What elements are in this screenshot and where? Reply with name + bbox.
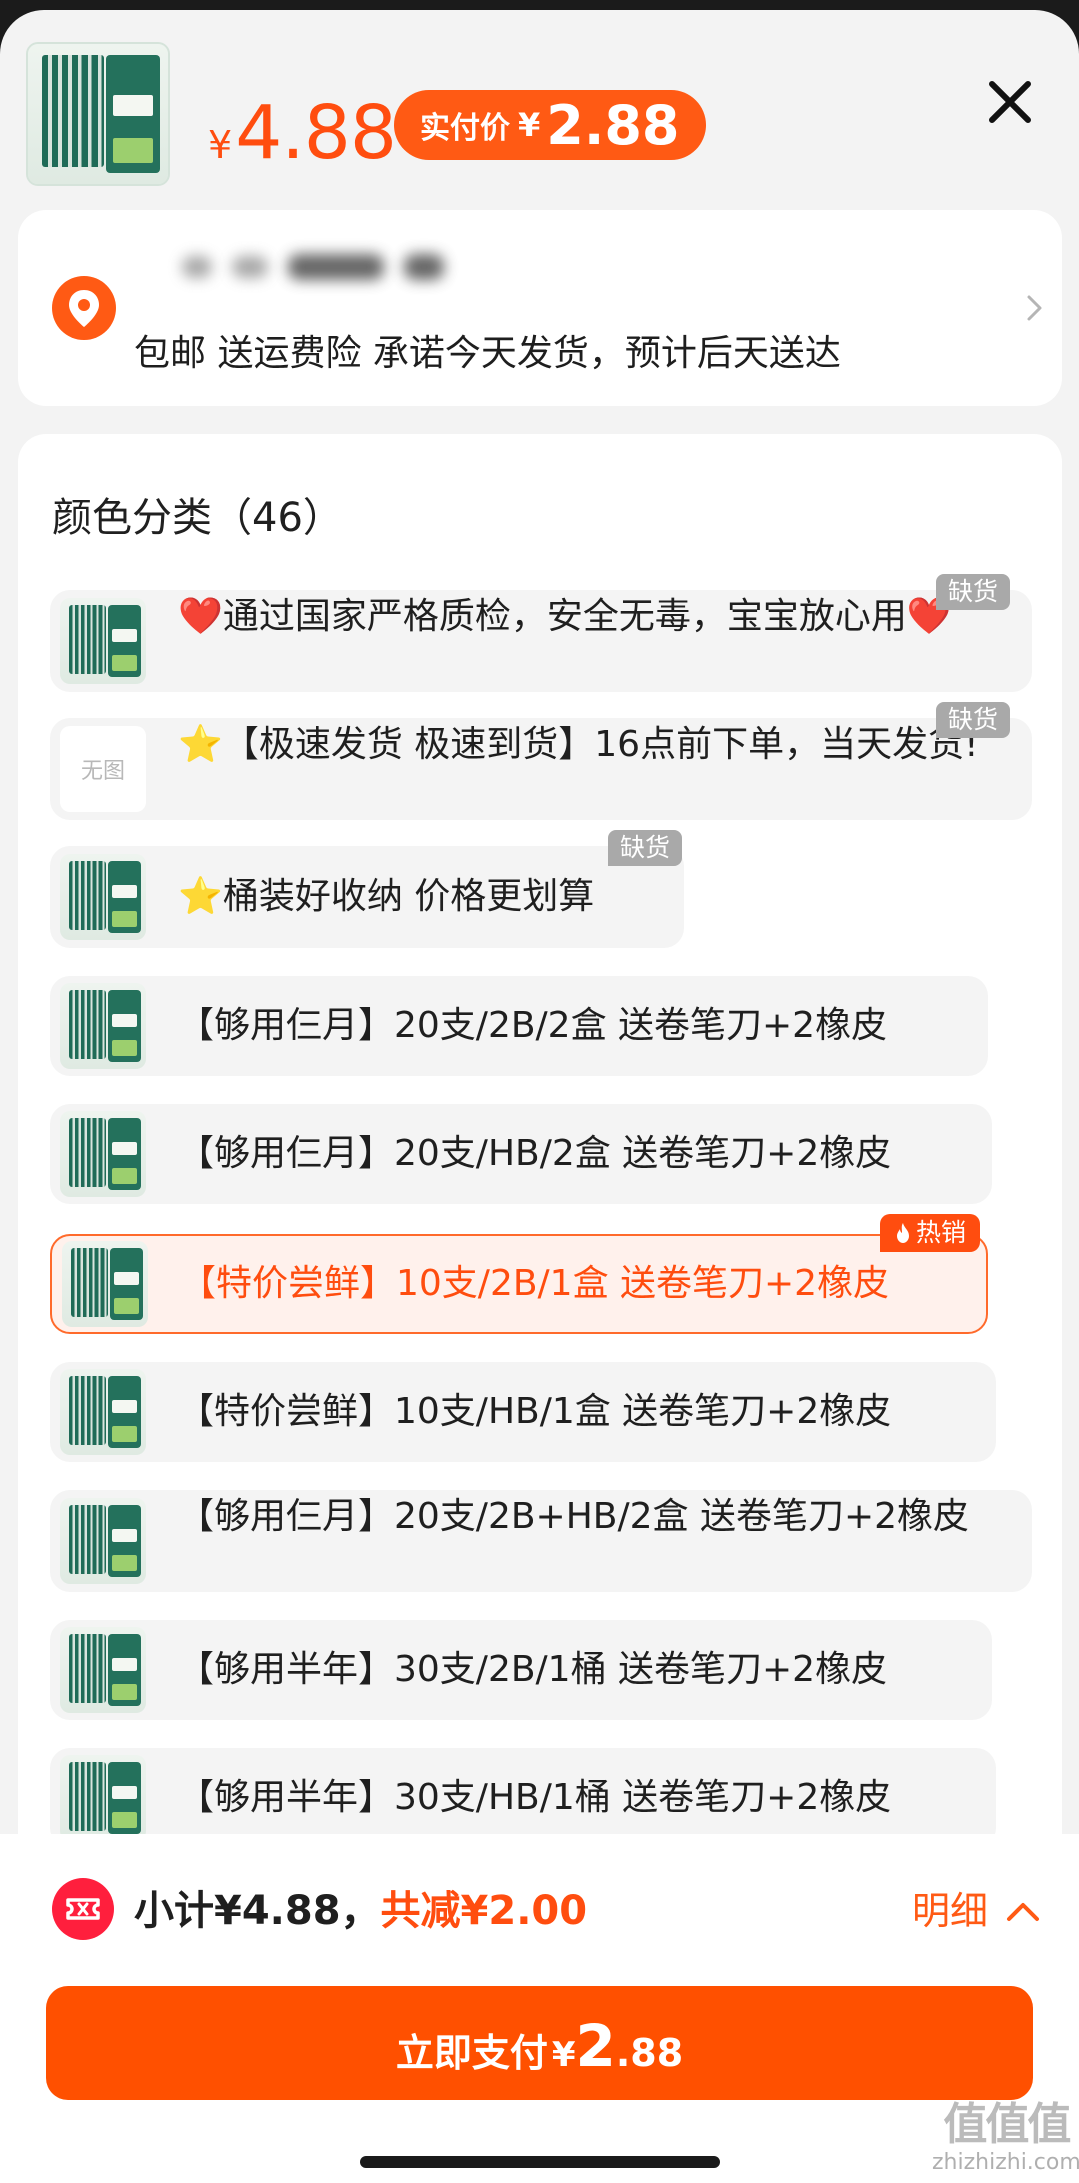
variant-option[interactable]: 【够用仨月】20支/2B+HB/2盒 送卷笔刀+2橡皮: [50, 1490, 1032, 1592]
address-blurred: [182, 254, 444, 280]
variant-option[interactable]: 【够用仨月】20支/2B/2盒 送卷笔刀+2橡皮: [50, 976, 988, 1076]
variant-label: 【够用半年】30支/2B/1桶 送卷笔刀+2橡皮: [178, 1649, 888, 1690]
product-thumbnail[interactable]: [26, 42, 170, 186]
no-image-placeholder: 无图: [60, 726, 146, 812]
variant-label: 【够用仨月】20支/2B+HB/2盒 送卷笔刀+2橡皮: [178, 1496, 970, 1537]
sku-selector-sheet: ¥4.88 实付价 ¥ 2.88 包邮 送运费险 承诺今天发货，预计后天送达 颜…: [0, 10, 1079, 2183]
variant-option[interactable]: 【特价尝鲜】10支/HB/1盒 送卷笔刀+2橡皮: [50, 1362, 996, 1462]
variant-thumbnail: [60, 1111, 146, 1197]
variant-option[interactable]: 【够用半年】30支/HB/1桶 送卷笔刀+2橡皮: [50, 1748, 996, 1848]
watermark: 值值值 zhizhizhi.com: [932, 2099, 1079, 2176]
out-of-stock-badge: 缺货: [936, 574, 1011, 610]
pay-amount-integer: 2: [575, 2012, 616, 2080]
out-of-stock-badge: 缺货: [936, 702, 1011, 738]
variant-label: 【够用半年】30支/HB/1桶 送卷笔刀+2橡皮: [178, 1777, 892, 1818]
variant-thumbnail: [60, 983, 146, 1069]
discount-amount: 共减¥2.00: [380, 1888, 588, 1934]
price-currency: ¥: [208, 123, 232, 167]
checkout-footer: 小计¥4.88，共减¥2.00 明细 立即支付 ¥2.88: [0, 1834, 1079, 2183]
variant-thumbnail: [60, 1755, 146, 1841]
variant-label: ⭐【极速发货 极速到货】16点前下单，当天发货!: [178, 724, 979, 765]
watermark-logo: 值值值: [943, 2099, 1071, 2150]
variant-label: 【特价尝鲜】10支/2B/1盒 送卷笔刀+2橡皮: [180, 1263, 890, 1304]
sheet-header: ¥4.88 实付价 ¥ 2.88: [0, 10, 1079, 210]
variant-thumbnail: [60, 598, 146, 684]
address-card[interactable]: 包邮 送运费险 承诺今天发货，预计后天送达: [18, 210, 1062, 406]
actual-price-value: 2.88: [546, 93, 680, 157]
variant-thumbnail: [60, 1369, 146, 1455]
watermark-site: zhizhizhi.com: [932, 2150, 1079, 2175]
subtotal-amount: 小计¥4.88，: [134, 1888, 381, 1934]
location-pin-icon: [52, 276, 116, 340]
actual-price-label: 实付价: [420, 111, 510, 146]
variant-option[interactable]: 【够用半年】30支/2B/1桶 送卷笔刀+2橡皮: [50, 1620, 992, 1720]
hot-sale-label: 热销: [916, 1218, 967, 1247]
variant-label: 【够用仨月】20支/2B/2盒 送卷笔刀+2橡皮: [178, 1005, 888, 1046]
actual-price-badge: 实付价 ¥ 2.88: [394, 90, 706, 160]
actual-price-currency: ¥: [518, 106, 541, 144]
variant-option[interactable]: 【够用仨月】20支/HB/2盒 送卷笔刀+2橡皮: [50, 1104, 992, 1204]
flame-icon: [897, 1223, 909, 1243]
subtotal-text: 小计¥4.88，共减¥2.00: [134, 1884, 587, 1938]
product-price: ¥4.88: [208, 88, 397, 190]
variant-label: 【特价尝鲜】10支/HB/1盒 送卷笔刀+2橡皮: [178, 1391, 892, 1432]
coupon-icon: [52, 1878, 114, 1940]
variant-thumbnail: [60, 1627, 146, 1713]
variant-option[interactable]: ❤️通过国家严格质检，安全无毒，宝宝放心用❤️: [50, 590, 1032, 692]
variant-option-selected[interactable]: 【特价尝鲜】10支/2B/1盒 送卷笔刀+2橡皮: [50, 1234, 988, 1334]
pay-label: 立即支付: [395, 2031, 548, 2075]
variant-label: ❤️通过国家严格质检，安全无毒，宝宝放心用❤️: [178, 596, 952, 637]
variant-thumbnail: [60, 854, 146, 940]
variant-label: ⭐桶装好收纳 价格更划算: [178, 876, 595, 917]
price-value: 4.88: [235, 90, 397, 176]
variant-option[interactable]: ⭐桶装好收纳 价格更划算: [50, 846, 684, 948]
chevron-up-icon: [1007, 1903, 1040, 1921]
close-icon[interactable]: [984, 76, 1036, 128]
chevron-right-icon: [1027, 295, 1042, 321]
price-detail-toggle[interactable]: 明细: [912, 1884, 1040, 1938]
out-of-stock-badge: 缺货: [608, 830, 683, 866]
pay-now-button[interactable]: 立即支付 ¥2.88: [46, 1986, 1033, 2100]
pay-amount-decimal: .88: [615, 2031, 684, 2075]
variant-label: 【够用仨月】20支/HB/2盒 送卷笔刀+2橡皮: [178, 1133, 892, 1174]
hot-sale-badge: 热销: [880, 1214, 981, 1252]
detail-label: 明细: [912, 1889, 989, 1933]
variant-card: 颜色分类（46） ❤️通过国家严格质检，安全无毒，宝宝放心用❤️ 缺货 无图 ⭐…: [18, 434, 1062, 1848]
pay-currency: ¥: [551, 2035, 576, 2075]
home-indicator[interactable]: [360, 2156, 720, 2168]
variant-thumbnail: [60, 1498, 146, 1584]
variant-thumbnail: [62, 1241, 148, 1327]
variant-option[interactable]: 无图 ⭐【极速发货 极速到货】16点前下单，当天发货!: [50, 718, 1032, 820]
variant-section-title: 颜色分类（46）: [52, 495, 343, 541]
delivery-info: 包邮 送运费险 承诺今天发货，预计后天送达: [134, 333, 841, 374]
